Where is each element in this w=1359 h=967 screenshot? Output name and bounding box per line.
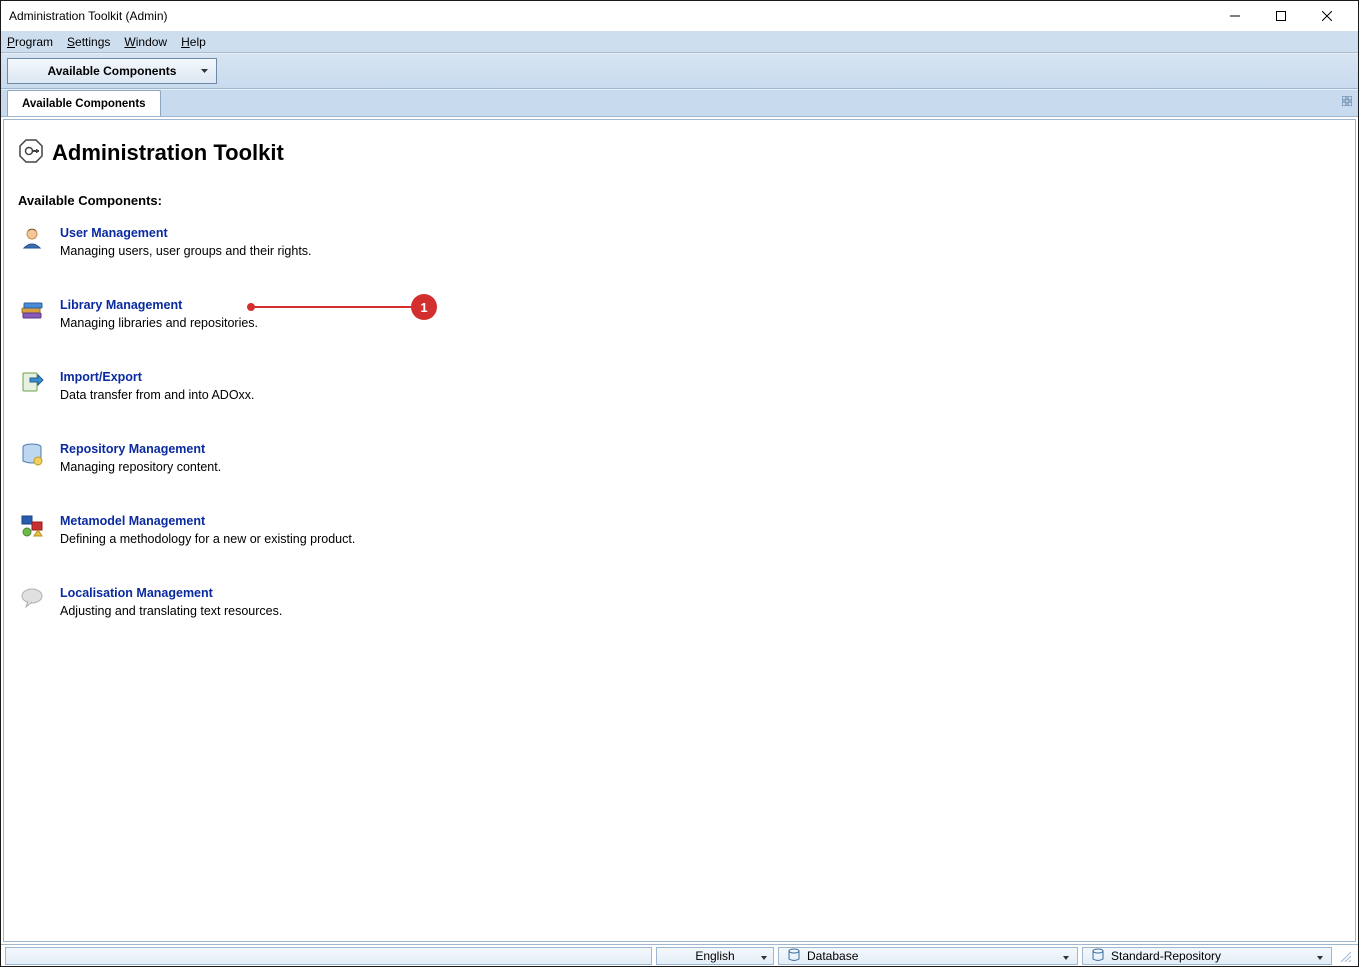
component-metamodel-management: Metamodel Management Defining a methodol… [18, 514, 1341, 546]
content-area: Administration Toolkit Available Compone… [3, 119, 1356, 942]
repository-management-link[interactable]: Repository Management [60, 442, 221, 456]
page-title-row: Administration Toolkit [18, 138, 1341, 167]
tab-menu-icon[interactable] [1342, 96, 1352, 109]
status-database-selector[interactable]: Database [778, 947, 1078, 965]
localisation-management-desc: Adjusting and translating text resources… [60, 604, 282, 618]
maximize-button[interactable] [1258, 1, 1304, 31]
tab-label: Available Components [22, 98, 146, 110]
minimize-button[interactable] [1212, 1, 1258, 31]
status-repository-selector[interactable]: Standard-Repository [1082, 947, 1332, 965]
resize-grip-icon[interactable] [1336, 947, 1354, 964]
menu-settings[interactable]: Settings [67, 35, 110, 49]
database-icon [1091, 948, 1105, 965]
chevron-down-icon [1317, 949, 1323, 963]
component-import-export: Import/Export Data transfer from and int… [18, 370, 1341, 402]
tab-available-components[interactable]: Available Components [7, 90, 161, 116]
window-controls [1212, 1, 1350, 31]
status-left-panel [5, 947, 652, 965]
section-label: Available Components: [18, 193, 1341, 208]
chevron-down-icon [1063, 949, 1069, 963]
books-icon [18, 298, 46, 326]
user-management-link[interactable]: User Management [60, 226, 312, 240]
component-user-management: User Management Managing users, user gro… [18, 226, 1341, 258]
menu-help[interactable]: Help [181, 35, 206, 49]
menu-window[interactable]: Window [124, 35, 167, 49]
library-management-link[interactable]: Library Management [60, 298, 258, 312]
annotation-badge: 1 [411, 294, 437, 320]
status-language-selector[interactable]: English [656, 947, 774, 965]
chevron-down-icon [761, 949, 767, 963]
component-repository-management: Repository Management Managing repositor… [18, 442, 1341, 474]
status-repository-label: Standard-Repository [1111, 949, 1221, 963]
metamodel-management-link[interactable]: Metamodel Management [60, 514, 355, 528]
available-components-dropdown[interactable]: Available Components [7, 58, 217, 84]
user-icon [18, 226, 46, 254]
dropdown-label: Available Components [18, 64, 206, 78]
metamodel-icon [18, 514, 46, 542]
chevron-down-icon [201, 69, 208, 73]
menu-program[interactable]: Program [7, 35, 53, 49]
user-management-desc: Managing users, user groups and their ri… [60, 244, 312, 258]
app-logo-icon [18, 138, 44, 167]
repository-management-desc: Managing repository content. [60, 460, 221, 474]
titlebar: Administration Toolkit (Admin) [1, 1, 1358, 31]
import-export-link[interactable]: Import/Export [60, 370, 255, 384]
toolbar: Available Components [1, 53, 1358, 89]
library-management-desc: Managing libraries and repositories. [60, 316, 258, 330]
tab-row: Available Components [1, 89, 1358, 117]
import-export-icon [18, 370, 46, 398]
localisation-management-link[interactable]: Localisation Management [60, 586, 282, 600]
speech-bubble-icon [18, 586, 46, 614]
annotation-line [251, 306, 411, 308]
component-library-management: Library Management Managing libraries an… [18, 298, 1341, 330]
statusbar: English Database Standard-Repository [1, 944, 1358, 966]
status-database-label: Database [807, 949, 858, 963]
database-icon [18, 442, 46, 470]
component-localisation-management: Localisation Management Adjusting and tr… [18, 586, 1341, 618]
import-export-desc: Data transfer from and into ADOxx. [60, 388, 255, 402]
database-icon [787, 948, 801, 965]
status-language-label: English [695, 949, 734, 963]
page-title: Administration Toolkit [52, 140, 284, 166]
component-list: User Management Managing users, user gro… [18, 226, 1341, 618]
menubar: Program Settings Window Help [1, 31, 1358, 53]
annotation-number: 1 [420, 300, 427, 315]
window-title: Administration Toolkit (Admin) [9, 9, 168, 23]
metamodel-management-desc: Defining a methodology for a new or exis… [60, 532, 355, 546]
close-button[interactable] [1304, 1, 1350, 31]
